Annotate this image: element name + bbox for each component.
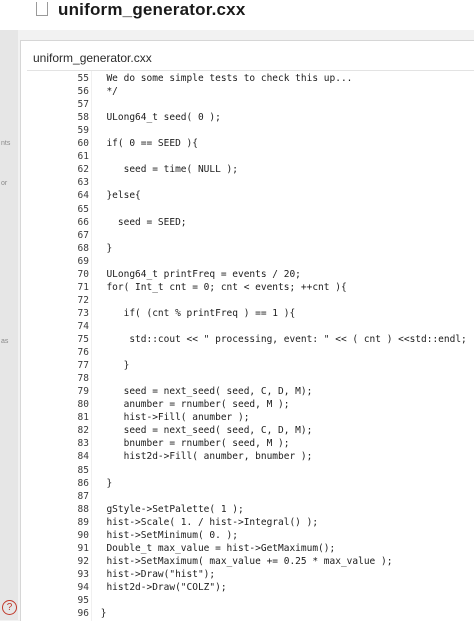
code-line[interactable]: seed = next_seed( seed, C, D, M); [95, 386, 313, 397]
code-line[interactable]: hist->Draw("hist"); [95, 569, 215, 580]
line-number: 88 [77, 503, 89, 515]
line-number: 84 [77, 451, 89, 463]
line-number: 67 [77, 229, 89, 241]
line-number: 58 [77, 112, 89, 124]
line-number: 93 [77, 568, 89, 580]
line-number: 57 [77, 99, 89, 111]
line-number: 62 [77, 164, 89, 176]
code-line[interactable]: */ [95, 86, 117, 97]
sidebar-fragment: or [1, 180, 8, 187]
code-line[interactable]: }else{ [95, 190, 140, 201]
code-line[interactable]: std::cout << " processing, event: " << (… [95, 334, 466, 345]
code-line[interactable]: ULong64_t printFreq = events / 20; [95, 269, 300, 280]
line-number: 66 [77, 216, 89, 228]
sidebar-fragment: nts [1, 140, 11, 147]
code-panel: uniform_generator.cxx 55 We do some simp… [20, 40, 474, 621]
line-number: 69 [77, 255, 89, 267]
line-number: 65 [77, 203, 89, 215]
code-line[interactable]: hist2d->Fill( anumber, bnumber ); [95, 451, 313, 462]
title-bar: uniform_generator.cxx [0, 0, 474, 30]
code-line[interactable]: seed = time( NULL ); [95, 164, 238, 175]
line-number: 63 [77, 177, 89, 189]
line-number: 77 [77, 360, 89, 372]
sidebar-fragment: as [1, 338, 9, 345]
line-number: 78 [77, 373, 89, 385]
line-number: 60 [77, 138, 89, 150]
line-number: 92 [77, 555, 89, 567]
line-number: 61 [77, 151, 89, 163]
line-number: 73 [77, 307, 89, 319]
panel-divider [27, 70, 474, 71]
line-number: 74 [77, 320, 89, 332]
code-line[interactable]: if( (cnt % printFreq ) == 1 ){ [95, 308, 296, 319]
code-line[interactable]: hist2d->Draw("COLZ"); [95, 582, 226, 593]
line-number: 95 [77, 595, 89, 606]
help-icon[interactable]: ? [2, 600, 17, 615]
code-panel-title: uniform_generator.cxx [33, 51, 152, 65]
line-number: 75 [77, 334, 89, 345]
window-title: uniform_generator.cxx [58, 0, 246, 19]
code-line[interactable]: We do some simple tests to check this up… [95, 73, 352, 84]
line-number: 70 [77, 268, 89, 280]
code-line[interactable]: seed = SEED; [95, 217, 187, 228]
code-line[interactable]: for( Int_t cnt = 0; cnt < events; ++cnt … [95, 282, 346, 293]
line-number: 56 [77, 86, 89, 98]
line-number: 76 [77, 347, 89, 359]
code-line[interactable]: hist->SetMinimum( 0. ); [95, 530, 238, 541]
line-number: 83 [77, 438, 89, 450]
code-line[interactable]: if( 0 == SEED ){ [95, 138, 198, 149]
line-number: 90 [77, 529, 89, 541]
code-line[interactable]: hist->Fill( anumber ); [95, 412, 250, 423]
line-number: 71 [77, 281, 89, 293]
code-line[interactable]: } [95, 478, 112, 489]
code-line[interactable]: } [95, 608, 107, 619]
line-number: 94 [77, 581, 89, 593]
code-line[interactable]: seed = next_seed( seed, C, D, M); [95, 425, 313, 436]
code-line[interactable]: } [95, 360, 130, 371]
line-number: 55 [77, 73, 89, 84]
code-line[interactable]: ULong64_t seed( 0 ); [95, 112, 220, 123]
file-icon [36, 2, 48, 16]
line-number: 79 [77, 386, 89, 398]
line-number: 85 [77, 464, 89, 476]
line-number: 72 [77, 294, 89, 306]
code-line[interactable]: gStyle->SetPalette( 1 ); [95, 504, 243, 515]
line-number: 89 [77, 516, 89, 528]
line-number: 82 [77, 425, 89, 437]
line-number: 87 [77, 490, 89, 502]
line-number: 81 [77, 412, 89, 424]
line-number: 68 [77, 242, 89, 254]
code-line[interactable]: bnumber = rnumber( seed, M ); [95, 438, 290, 449]
line-number: 91 [77, 542, 89, 554]
code-line[interactable]: } [95, 243, 112, 254]
line-number: 96 [77, 608, 89, 620]
code-line[interactable]: Double_t max_value = hist->GetMaximum(); [95, 543, 335, 554]
code-line[interactable]: anumber = rnumber( seed, M ); [95, 399, 290, 410]
line-number: 59 [77, 125, 89, 137]
line-number: 64 [77, 190, 89, 202]
code-line[interactable]: hist->Scale( 1. / hist->Integral() ); [95, 517, 318, 528]
left-sidebar-strip: nts or as [0, 30, 18, 620]
code-line[interactable]: hist->SetMaximum( max_value += 0.25 * ma… [95, 556, 392, 567]
line-number: 86 [77, 477, 89, 489]
gutter-divider [91, 71, 92, 621]
line-number: 80 [77, 399, 89, 411]
